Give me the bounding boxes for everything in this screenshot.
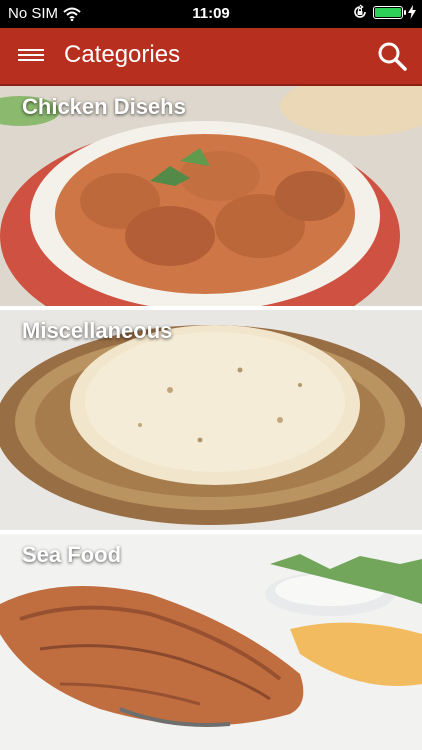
category-card-miscellaneous[interactable]: Miscellaneous [0, 310, 422, 530]
status-right [352, 4, 416, 20]
category-label: Chicken Disehs [22, 94, 186, 119]
battery-level [375, 7, 401, 17]
category-label: Miscellaneous [22, 318, 173, 343]
hamburger-menu-icon[interactable] [18, 46, 44, 66]
app-bar: Categories [0, 28, 422, 84]
category-label: Sea Food [22, 542, 122, 567]
category-card-sea-food[interactable]: Sea Food [0, 534, 422, 750]
status-bar: No SIM 11:09 [0, 0, 422, 28]
battery-icon [373, 5, 406, 19]
orientation-lock-icon [354, 4, 366, 18]
charging-bolt-icon [408, 5, 416, 19]
search-icon[interactable] [376, 40, 408, 72]
page-title: Categories [64, 41, 181, 68]
category-card-chicken[interactable]: Chicken Disehs [0, 86, 422, 306]
